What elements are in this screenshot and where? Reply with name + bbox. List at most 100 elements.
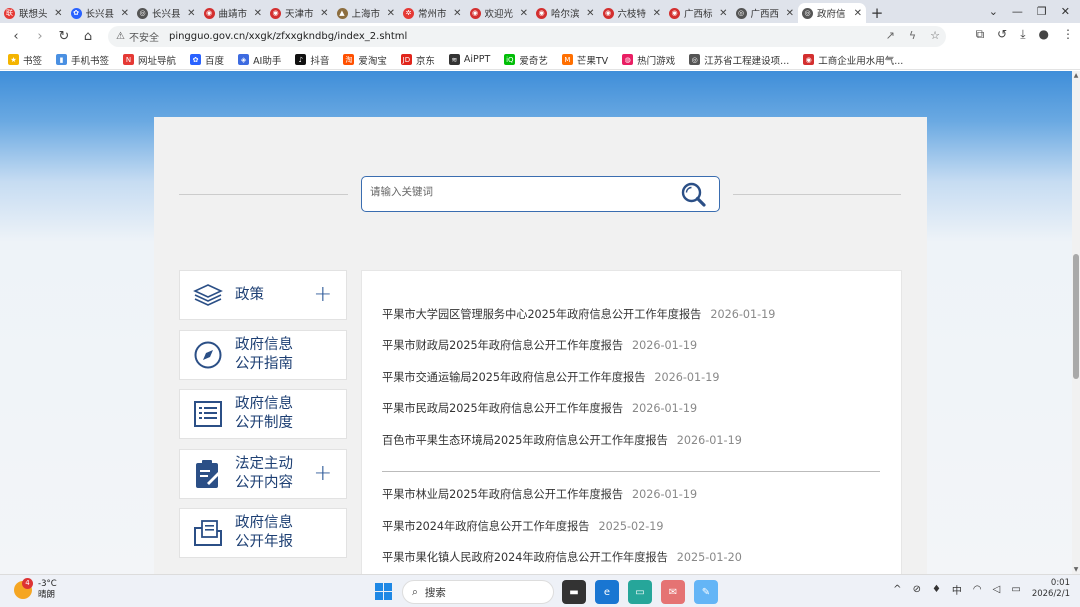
tab-close-icon[interactable]: ✕: [187, 8, 195, 19]
address-bar[interactable]: ⚠ 不安全 pingguo.gov.cn/xxgk/zfxxgkndbg/ind…: [108, 26, 946, 47]
scroll-up-arrow[interactable]: ▲: [1072, 72, 1080, 79]
monitor-app-icon[interactable]: ▭: [628, 580, 652, 604]
browser-tab[interactable]: ◎ 长兴县 ✕: [133, 3, 200, 23]
minimize-button[interactable]: —: [1012, 5, 1023, 18]
browser-tab[interactable]: ◉ 曲靖市 ✕: [200, 3, 267, 23]
security-label[interactable]: 不安全: [129, 29, 159, 44]
expand-plus-icon[interactable]: +: [314, 284, 332, 306]
report-title-link[interactable]: 平果市财政局2025年政府信息公开工作年度报告: [382, 339, 623, 352]
tab-search-icon[interactable]: ⌄: [989, 5, 998, 18]
scroll-down-arrow[interactable]: ▼: [1072, 566, 1080, 573]
windows-start-icon[interactable]: [375, 583, 392, 600]
browser-tab[interactable]: ◉ 天津市 ✕: [266, 3, 333, 23]
report-title-link[interactable]: 平果市大学园区管理服务中心2025年政府信息公开工作年度报告: [382, 308, 701, 321]
bookmark-item[interactable]: M 芒果TV: [561, 53, 608, 67]
bookmark-item[interactable]: ♪ 抖音: [295, 53, 329, 67]
file-explorer-icon[interactable]: ▬: [562, 580, 586, 604]
tab-close-icon[interactable]: ✕: [254, 8, 262, 19]
menu-icon[interactable]: ⋮: [1062, 27, 1074, 42]
ime-indicator[interactable]: 中: [952, 582, 962, 597]
browser-tab[interactable]: ✲ 常州市 ✕: [399, 3, 466, 23]
report-list-item[interactable]: 平果市果化镇人民政府2024年政府信息公开工作年度报告 2025-01-20: [382, 549, 742, 565]
profile-avatar[interactable]: ●: [1039, 27, 1049, 42]
report-list-item[interactable]: 平果市大学园区管理服务中心2025年政府信息公开工作年度报告 2026-01-19: [382, 306, 775, 322]
browser-tab[interactable]: ▲ 上海市 ✕: [333, 3, 400, 23]
search-input[interactable]: [370, 186, 670, 198]
report-title-link[interactable]: 平果市果化镇人民政府2024年政府信息公开工作年度报告: [382, 551, 668, 564]
bookmark-item[interactable]: ◉ 工商企业用水用气...: [803, 53, 903, 67]
report-title-link[interactable]: 平果市2024年政府信息公开工作年度报告: [382, 520, 589, 533]
forward-button[interactable]: ›: [28, 29, 52, 44]
new-tab-button[interactable]: +: [866, 3, 888, 23]
tab-close-icon[interactable]: ✕: [54, 8, 62, 19]
expand-plus-icon[interactable]: +: [314, 462, 332, 484]
browser-tab[interactable]: ✿ 长兴县 ✕: [67, 3, 134, 23]
report-list-item[interactable]: 平果市交通运输局2025年政府信息公开工作年度报告 2026-01-19: [382, 369, 719, 385]
report-list-item[interactable]: 平果市林业局2025年政府信息公开工作年度报告 2026-01-19: [382, 486, 697, 502]
tab-close-icon[interactable]: ✕: [520, 8, 528, 19]
search-icon[interactable]: [679, 180, 709, 210]
bookmark-item[interactable]: ◍ 热门游戏: [622, 53, 675, 67]
report-list-item[interactable]: 平果市财政局2025年政府信息公开工作年度报告 2026-01-19: [382, 337, 697, 353]
bookmark-item[interactable]: ★ 书签: [8, 53, 42, 67]
browser-tab[interactable]: 联联想头 ✕: [0, 3, 67, 23]
battery-icon[interactable]: ▭: [1011, 584, 1020, 595]
report-title-link[interactable]: 平果市民政局2025年政府信息公开工作年度报告: [382, 402, 623, 415]
browser-tab[interactable]: ◉ 哈尔滨 ✕: [532, 3, 599, 23]
bookmark-item[interactable]: ▮ 手机书签: [56, 53, 109, 67]
sidebar-item[interactable]: 政府信息 公开指南: [179, 329, 347, 380]
scrollbar[interactable]: ▲ ▼: [1072, 71, 1080, 574]
bookmark-item[interactable]: ◎ 江苏省工程建设项...: [689, 53, 789, 67]
bookmark-item[interactable]: iQ 爱奇艺: [504, 53, 548, 67]
microphone-icon[interactable]: ♦: [932, 584, 941, 595]
extensions-icon[interactable]: ⧉: [976, 27, 985, 42]
maximize-button[interactable]: ❐: [1037, 5, 1047, 18]
browser-tab[interactable]: ◎ 广西西 ✕: [732, 3, 799, 23]
report-title-link[interactable]: 平果市林业局2025年政府信息公开工作年度报告: [382, 488, 623, 501]
tab-close-icon[interactable]: ✕: [786, 8, 794, 19]
tool-app-icon[interactable]: ✎: [694, 580, 718, 604]
report-list-item[interactable]: 百色市平果生态环境局2025年政府信息公开工作年度报告 2026-01-19: [382, 432, 742, 448]
bookmark-star-icon[interactable]: ☆: [930, 29, 940, 42]
browser-tab[interactable]: ◉ 欢迎光 ✕: [466, 3, 533, 23]
wechat-icon[interactable]: ✉: [661, 580, 685, 604]
sidebar-item[interactable]: 法定主动 公开内容 +: [179, 448, 347, 499]
close-window-button[interactable]: ✕: [1061, 5, 1070, 18]
tab-close-icon[interactable]: ✕: [719, 8, 727, 19]
report-title-link[interactable]: 平果市交通运输局2025年政府信息公开工作年度报告: [382, 371, 645, 384]
tab-close-icon[interactable]: ✕: [387, 8, 395, 19]
scrollbar-thumb[interactable]: [1073, 254, 1079, 379]
tab-close-icon[interactable]: ✕: [653, 8, 661, 19]
bookmark-item[interactable]: 淘爱淘宝: [343, 53, 387, 67]
report-list-item[interactable]: 平果市民政局2025年政府信息公开工作年度报告 2026-01-19: [382, 400, 697, 416]
share-icon[interactable]: ↗: [886, 29, 895, 42]
tab-close-icon[interactable]: ✕: [854, 8, 862, 19]
history-icon[interactable]: ↺: [997, 27, 1007, 42]
tab-close-icon[interactable]: ✕: [453, 8, 461, 19]
clock[interactable]: 0:01 2026/2/1: [1032, 578, 1070, 600]
sidebar-item[interactable]: 政策 +: [179, 270, 347, 320]
tab-close-icon[interactable]: ✕: [121, 8, 129, 19]
volume-icon[interactable]: ◁: [993, 584, 1001, 595]
camera-off-icon[interactable]: ⊘: [913, 584, 921, 595]
bookmark-item[interactable]: JD 京东: [400, 53, 435, 67]
browser-tab[interactable]: ◉ 广西标 ✕: [665, 3, 732, 23]
report-list-item[interactable]: 平果市2024年政府信息公开工作年度报告 2025-02-19: [382, 518, 664, 534]
warning-icon[interactable]: ⚠: [116, 31, 125, 42]
edge-browser-icon[interactable]: e: [595, 580, 619, 604]
weather-widget[interactable]: 4 -3°C 晴朗: [14, 578, 57, 601]
reload-button[interactable]: ↻: [52, 29, 76, 44]
download-icon[interactable]: ⤓: [1020, 27, 1025, 42]
tab-close-icon[interactable]: ✕: [320, 8, 328, 19]
url-text[interactable]: pingguo.gov.cn/xxgk/zfxxgkndbg/index_2.s…: [169, 31, 407, 42]
home-button[interactable]: ⌂: [76, 29, 100, 44]
taskbar-search[interactable]: ⌕ 搜索: [402, 580, 554, 604]
bookmark-item[interactable]: ◈ AI助手: [238, 53, 281, 67]
back-button[interactable]: ‹: [4, 29, 28, 44]
sidebar-item[interactable]: 政府信息 公开年报: [179, 508, 347, 558]
bookmark-item[interactable]: ≋ AiPPT: [448, 54, 490, 65]
tab-close-icon[interactable]: ✕: [586, 8, 594, 19]
browser-tab[interactable]: ◎ 政府信 ✕: [798, 3, 866, 23]
bookmark-item[interactable]: ✿ 百度: [190, 53, 224, 67]
report-title-link[interactable]: 百色市平果生态环境局2025年政府信息公开工作年度报告: [382, 434, 668, 447]
